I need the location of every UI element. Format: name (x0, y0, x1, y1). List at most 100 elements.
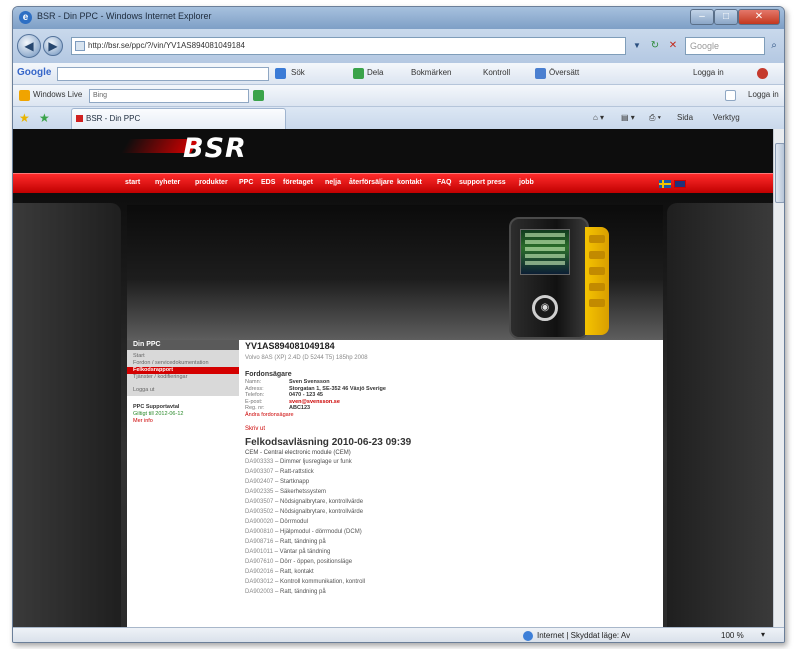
print-link[interactable]: Skriv ut (245, 426, 657, 433)
fault-code: DA902407 (245, 478, 274, 485)
nav-item[interactable]: återförsäljare (349, 179, 393, 186)
fault-description: Nödsignalbrytare, kontrollvärde (280, 498, 364, 505)
live-settings-icon[interactable] (725, 90, 736, 101)
settings-icon[interactable] (757, 68, 768, 79)
google-item-bookmarks[interactable]: Bokmärken (411, 68, 451, 77)
owner-heading: Fordonsägare (245, 371, 292, 378)
sidebar-item[interactable]: Fordon / servicedokumentation (127, 360, 239, 367)
home-icon[interactable]: ⌂ ▾ (593, 113, 604, 122)
translate-icon[interactable] (535, 68, 546, 79)
live-login[interactable]: Logga in (748, 90, 779, 99)
nav-item[interactable]: nyheter (155, 179, 180, 186)
fault-description: Startknapp (280, 478, 310, 485)
separator: – (272, 548, 280, 555)
swedish-flag-icon[interactable] (659, 180, 671, 188)
google-item-share[interactable]: Dela (367, 68, 383, 77)
fault-code-row: DA907610 – Dörr - öppen, positionsläge (245, 557, 657, 567)
security-zone[interactable]: Internet | Skyddat läge: Av (537, 631, 630, 640)
module-line: CEM - Central electronic module (CEM) (245, 449, 351, 456)
site-logo[interactable]: BSR (183, 133, 247, 164)
windows-live-icon (19, 90, 30, 101)
nav-item[interactable]: produkter (195, 179, 228, 186)
google-search-field[interactable] (57, 67, 269, 81)
close-button[interactable]: ✕ (738, 9, 780, 25)
ie-icon: e (19, 11, 32, 24)
sidebar-item[interactable]: Logga ut (127, 387, 239, 394)
feeds-icon[interactable]: ▤ ▾ (621, 113, 635, 122)
fault-code-row: DA901011 – Väntar på tändning (245, 547, 657, 557)
vertical-scrollbar[interactable] (773, 129, 784, 627)
minimize-button[interactable]: – (690, 9, 714, 25)
vehicle-description: Volvo 8AS (XP) 2.4D (D 5244 T5) 185hp 20… (245, 355, 368, 361)
google-item-check[interactable]: Kontroll (483, 68, 510, 77)
bsr-tab-icon (76, 115, 83, 122)
nav-item[interactable]: PPC (239, 179, 253, 186)
window-title: BSR - Din PPC - Windows Internet Explore… (37, 11, 212, 21)
english-flag-icon[interactable] (674, 180, 686, 188)
share-icon[interactable] (353, 68, 364, 79)
bing-search-icon[interactable] (253, 90, 264, 101)
google-item-search[interactable]: Sök (291, 68, 305, 77)
change-owner-link[interactable]: Ändra fordonsägare (245, 412, 657, 419)
fault-code: DA908716 (245, 538, 274, 545)
fault-code-list: DA903333 – Dimmer ljusreglage ur funk DA9… (245, 457, 657, 597)
refresh-icon[interactable]: ↻ (647, 38, 663, 54)
nav-item[interactable]: EDS (261, 179, 275, 186)
fault-code-row: DA902016 – Ratt, kontakt (245, 567, 657, 577)
google-search-icon[interactable] (275, 68, 286, 79)
fault-description: Dimmer ljusreglage ur funk (280, 458, 352, 465)
nav-item[interactable]: kontakt (397, 179, 422, 186)
zoom-level[interactable]: 100 % (721, 631, 744, 640)
url-dropdown-icon[interactable]: ▼ (630, 38, 644, 54)
favorites-star-icon[interactable]: ★ (19, 111, 30, 125)
maximize-button[interactable]: □ (714, 9, 738, 25)
back-icon[interactable]: ◀ (17, 34, 41, 58)
tab-label: BSR - Din PPC (86, 114, 141, 123)
fault-code-row: DA900810 – Hjälpmodul - dörrmodul (DCM) (245, 527, 657, 537)
nav-item[interactable]: ne|ja (325, 179, 341, 186)
forward-icon[interactable]: ▶ (43, 36, 63, 56)
fault-description: Säkerhetssystem (280, 488, 327, 495)
google-item-login[interactable]: Logga in (693, 68, 724, 77)
support-more-link[interactable]: Mer info (127, 418, 239, 425)
google-item-translate[interactable]: Översätt (549, 68, 579, 77)
google-toolbar: Google Sök Dela Bokmärken Kontroll Övers… (13, 63, 784, 85)
fault-description: Väntar på tändning (279, 548, 331, 555)
tools-menu[interactable]: Verktyg (713, 113, 740, 122)
zoom-dropdown-icon[interactable]: ▾ (761, 630, 765, 639)
owner-row: Reg. nr: ABC123 (245, 405, 657, 412)
owner-value: ABC123 (289, 405, 311, 411)
fault-log-title: Felkodsavläsning 2010-06-23 09:39 (245, 436, 412, 448)
page-menu[interactable]: Sida (677, 113, 693, 122)
support-valid: Giltigt till 2012-06-12 (133, 411, 184, 417)
nav-item[interactable]: press (487, 179, 506, 186)
tab-active[interactable]: BSR - Din PPC (71, 108, 286, 129)
sidebar-item[interactable]: Start (127, 353, 239, 360)
nav-item[interactable]: start (125, 179, 140, 186)
scrollbar-thumb[interactable] (775, 143, 784, 203)
content-area: Din PPC Start Fordon / servicedokumentati… (127, 340, 663, 627)
url-input[interactable]: http://bsr.se/ppc/?/vin/YV1AS89408104918… (71, 37, 626, 55)
nav-item[interactable]: företaget (283, 179, 313, 186)
sidebar-item[interactable]: Tjänster / kodifieringar (127, 374, 239, 381)
fault-code-row: DA903507 – Nödsignalbrytare, kontrollvär… (245, 497, 657, 507)
print-icon[interactable]: ⎙ ▾ (649, 113, 661, 123)
search-icon[interactable]: ⌕ (766, 38, 782, 54)
fault-code-row: DA903333 – Dimmer ljusreglage ur funk (245, 457, 657, 467)
nav-item[interactable]: jobb (519, 179, 534, 186)
site-nav: start nyheter produkter PPC EDS företaget ne|j… (13, 173, 773, 193)
nav-item[interactable]: FAQ (437, 179, 451, 186)
address-bar: ◀ ▶ http://bsr.se/ppc/?/vin/YV1AS8940810… (13, 29, 784, 63)
add-favorite-icon[interactable]: ★ (39, 111, 50, 125)
device-knob-icon: ◉ (532, 295, 558, 321)
fault-description: Nödsignalbrytare, kontrollvärde (280, 508, 364, 515)
bing-search-field[interactable]: Bing (89, 89, 249, 103)
site-header: BSR (13, 129, 773, 173)
right-background-panel (667, 203, 773, 627)
stop-icon[interactable]: ✕ (665, 38, 681, 54)
sidebar-item[interactable]: Felkodsrapport (127, 367, 239, 374)
nav-item[interactable]: support (459, 179, 485, 186)
fault-code: DA901011 (245, 548, 273, 555)
search-input[interactable]: Google (685, 37, 765, 55)
main-content: YV1AS894081049184 Volvo 8AS (XP) 2.4D (D… (245, 340, 657, 627)
